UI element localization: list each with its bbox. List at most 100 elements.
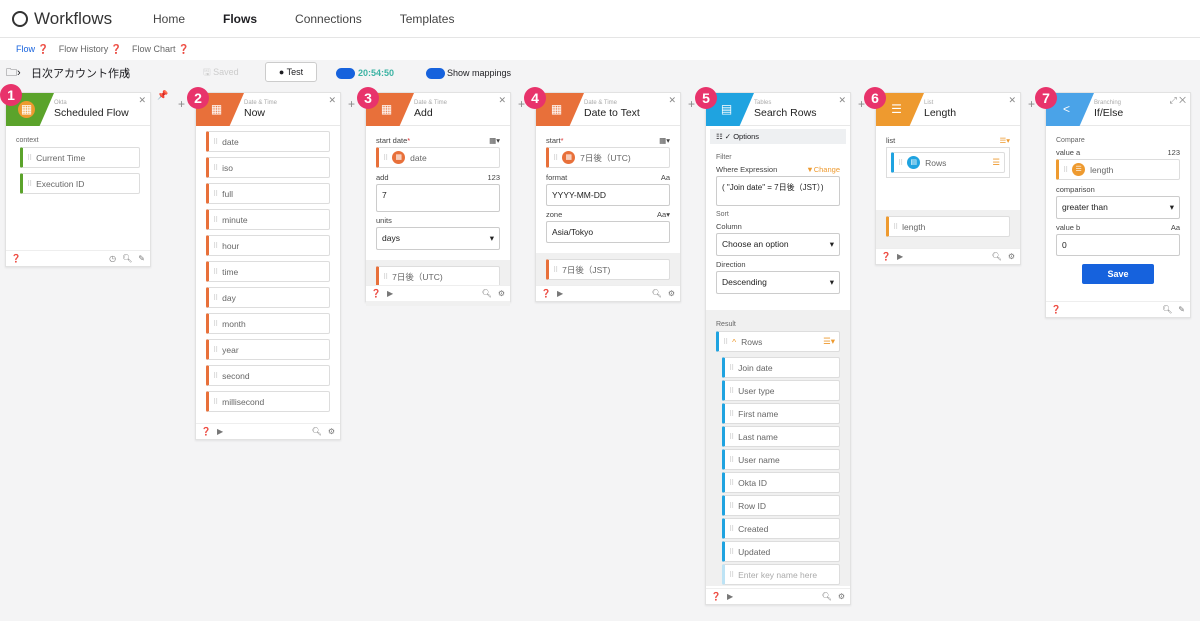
expand-close-icon[interactable]: ⤢ ✕ xyxy=(1169,95,1186,106)
edit-icon[interactable]: ✎ xyxy=(138,254,145,263)
output-field[interactable]: ⠿ 7日後（JST) xyxy=(546,259,670,280)
help-icon[interactable]: ❓ xyxy=(1051,305,1061,314)
nav-connections[interactable]: Connections xyxy=(282,12,387,26)
options-button[interactable]: ☷ ✓ Options xyxy=(710,129,846,144)
direction-select[interactable]: Descending ▾ xyxy=(716,271,840,294)
sub-nav: Flow ❓ Flow History ❓ Flow Chart ❓ xyxy=(0,38,1200,60)
tab-flow-history[interactable]: Flow History ❓ xyxy=(59,44,122,55)
save-button[interactable]: Save xyxy=(1082,264,1154,284)
play-icon[interactable]: ▶ xyxy=(217,427,223,436)
output-field[interactable]: ⠿ length xyxy=(886,216,1010,237)
close-icon[interactable]: ✕ xyxy=(328,95,336,106)
key-name-input[interactable]: ⠿ Enter key name here xyxy=(722,564,840,585)
change-link[interactable]: ▼Change xyxy=(806,165,840,174)
play-icon[interactable]: ▶ xyxy=(727,592,733,601)
nav-flows[interactable]: Flows xyxy=(210,12,282,26)
output-field[interactable]: ⠿ time xyxy=(206,261,330,282)
close-icon[interactable]: ✕ xyxy=(138,95,146,106)
start-field[interactable]: ⠿ ▦ 7日後（UTC) xyxy=(546,147,670,168)
help-icon[interactable]: ❓ xyxy=(201,427,211,436)
flow-name[interactable]: 日次アカウント作成 xyxy=(31,65,130,81)
tab-flow-chart[interactable]: Flow Chart ❓ xyxy=(132,44,189,55)
field-execution-id[interactable]: ⠿ Execution ID xyxy=(20,173,140,194)
search-icon[interactable]: 🔍︎ xyxy=(652,289,662,298)
help-icon[interactable]: ❓ xyxy=(711,592,721,601)
value-a-field[interactable]: ⠿ ☰ length xyxy=(1056,159,1180,180)
row-field[interactable]: ⠿ User type xyxy=(722,380,840,401)
search-icon[interactable]: 🔍︎ xyxy=(822,592,832,601)
gear-icon[interactable]: ⚙ xyxy=(668,289,675,298)
output-field[interactable]: ⠿ millisecond xyxy=(206,391,330,412)
row-field[interactable]: ⠿ User name xyxy=(722,449,840,470)
output-field[interactable]: ⠿ hour xyxy=(206,235,330,256)
help-icon[interactable]: ❓ xyxy=(11,254,21,263)
search-icon[interactable]: 🔍︎ xyxy=(482,289,492,298)
row-field[interactable]: ⠿ Okta ID xyxy=(722,472,840,493)
top-bar: Workflows Home Flows Connections Templat… xyxy=(0,0,1200,38)
format-input[interactable]: YYYY-MM-DD xyxy=(546,184,670,206)
calendar-clock-icon: ▦ xyxy=(18,101,35,118)
search-icon[interactable]: 🔍︎ xyxy=(992,252,1002,261)
help-icon[interactable]: ❓ xyxy=(881,252,891,261)
row-field[interactable]: ⠿ Created xyxy=(722,518,840,539)
row-field[interactable]: ⠿ Updated xyxy=(722,541,840,562)
add-step-button[interactable]: + xyxy=(688,97,695,111)
test-button[interactable]: ● Test xyxy=(265,62,317,82)
add-step-button[interactable]: + xyxy=(348,97,355,111)
output-field[interactable]: ⠿ year xyxy=(206,339,330,360)
row-field[interactable]: ⠿ Join date xyxy=(722,357,840,378)
gear-icon[interactable]: ⚙ xyxy=(838,592,845,601)
output-field[interactable]: ⠿ 7日後（UTC) xyxy=(376,266,500,287)
help-icon[interactable]: ❓ xyxy=(371,289,381,298)
nav-home[interactable]: Home xyxy=(140,12,210,26)
add-input[interactable]: 7 xyxy=(376,184,500,212)
field-current-time[interactable]: ⠿ Current Time xyxy=(20,147,140,168)
search-icon[interactable]: 🔍︎ xyxy=(312,427,322,436)
row-field[interactable]: ⠿ Last name xyxy=(722,426,840,447)
list-field[interactable]: ⠿ ▤ Rows ☰ xyxy=(891,152,1005,173)
gear-icon[interactable]: ⚙ xyxy=(1008,252,1015,261)
pin-icon[interactable]: 📌 xyxy=(157,90,168,101)
mappings-toggle[interactable] xyxy=(426,67,445,79)
row-field[interactable]: ⠿ Row ID xyxy=(722,495,840,516)
edit-icon[interactable]: ✎ xyxy=(124,69,131,78)
history-toggle[interactable] xyxy=(336,67,355,79)
history-icon[interactable]: ◷ xyxy=(109,254,116,263)
output-field[interactable]: ⠿ minute xyxy=(206,209,330,230)
output-field[interactable]: ⠿ full xyxy=(206,183,330,204)
gear-icon[interactable]: ⚙ xyxy=(498,289,505,298)
folder-icon[interactable]: 🗀› xyxy=(6,64,21,83)
close-icon[interactable]: ✕ xyxy=(1008,95,1016,106)
search-icon[interactable]: 🔍︎ xyxy=(1162,305,1172,314)
column-select[interactable]: Choose an option ▾ xyxy=(716,233,840,256)
output-field[interactable]: ⠿ date xyxy=(206,131,330,152)
rows-field[interactable]: ⠿ ^ Rows ☰▾ xyxy=(716,331,840,352)
output-field[interactable]: ⠿ day xyxy=(206,287,330,308)
help-icon[interactable]: ❓ xyxy=(541,289,551,298)
play-icon[interactable]: ▶ xyxy=(897,252,903,261)
close-icon[interactable]: ✕ xyxy=(838,95,846,106)
where-expression-input[interactable]: ( "Join date" = 7日後（JST）) xyxy=(716,176,840,206)
output-field[interactable]: ⠿ month xyxy=(206,313,330,334)
nav-templates[interactable]: Templates xyxy=(387,12,480,26)
play-icon[interactable]: ▶ xyxy=(557,289,563,298)
add-step-button[interactable]: + xyxy=(178,97,185,111)
zone-input[interactable]: Asia/Tokyo xyxy=(546,221,670,243)
play-icon[interactable]: ▶ xyxy=(387,289,393,298)
value-b-input[interactable]: 0 xyxy=(1056,234,1180,256)
row-field[interactable]: ⠿ First name xyxy=(722,403,840,424)
edit-icon[interactable]: ✎ xyxy=(1178,305,1185,314)
start-date-field[interactable]: ⠿ ▦ date xyxy=(376,147,500,168)
output-field[interactable]: ⠿ iso xyxy=(206,157,330,178)
tab-flow[interactable]: Flow ❓ xyxy=(16,44,49,55)
app-logo[interactable]: Workflows xyxy=(12,9,140,29)
close-icon[interactable]: ✕ xyxy=(498,95,506,106)
gear-icon[interactable]: ⚙ xyxy=(328,427,335,436)
close-icon[interactable]: ✕ xyxy=(668,95,676,106)
card-title: Date to Text xyxy=(584,107,640,119)
comparison-select[interactable]: greater than ▾ xyxy=(1056,196,1180,219)
output-field[interactable]: ⠿ second xyxy=(206,365,330,386)
units-select[interactable]: days ▾ xyxy=(376,227,500,250)
search-icon[interactable]: 🔍︎ xyxy=(122,254,132,263)
add-step-button[interactable]: + xyxy=(1028,97,1035,111)
